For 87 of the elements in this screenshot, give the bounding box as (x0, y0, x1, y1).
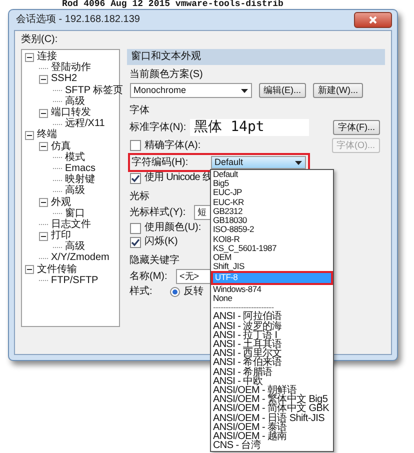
dropdown-option[interactable]: ANSI - 西里尔文 (211, 349, 333, 358)
tree-item[interactable]: Emacs (65, 162, 96, 175)
check-icon (130, 238, 140, 248)
dropdown-option[interactable]: Windows-874 (211, 284, 333, 294)
category-label: 类别(C): (21, 34, 59, 46)
dropdown-option[interactable]: ANSI/OEM - 泰语 (211, 422, 333, 432)
dropdown-option[interactable]: ANSI - 拉丁语 I (211, 330, 333, 340)
tree-item[interactable]: 远程/X11 (65, 118, 105, 130)
encoding-select[interactable]: Default (210, 156, 306, 169)
collapse-icon[interactable] (39, 198, 48, 208)
collapse-icon[interactable] (25, 265, 34, 274)
tree-item[interactable]: FTP/SFTP (51, 274, 98, 287)
close-icon (369, 16, 377, 24)
checkbox[interactable] (130, 236, 140, 248)
dropdown-option[interactable]: ANSI/OEM - 简体中文 GBK (211, 404, 333, 414)
tree-item[interactable]: 仿真 (51, 140, 71, 153)
scheme-button[interactable]: 编辑(E)... (258, 83, 306, 98)
tree-item[interactable]: 日志文件 (51, 218, 91, 231)
dropdown-option[interactable]: CNS - 台湾 (211, 441, 333, 451)
field-label: 样式: (130, 286, 154, 298)
checkbox-label: 使用颜色(U): (144, 222, 202, 234)
tree-item[interactable]: 终端 (37, 129, 57, 142)
tree-item[interactable]: 文件传输 (37, 264, 77, 276)
tree-item[interactable]: SFTP 标签页 (65, 84, 124, 97)
dropdown-option[interactable]: EUC-JP (211, 188, 333, 198)
dropdown-option[interactable]: ANSI/OEM - 繁体中文 Big5 (211, 395, 333, 404)
dropdown-option[interactable]: ISO-8859-2 (211, 225, 333, 235)
collapse-icon[interactable] (25, 130, 34, 140)
tree-item[interactable]: 模式 (65, 152, 85, 164)
dropdown-option[interactable]: ANSI - 希伯来语 (211, 358, 333, 368)
tree-item[interactable]: 窗口 (65, 208, 85, 220)
dropdown-option[interactable]: KS_C_5601-1987 (211, 244, 333, 253)
close-button[interactable] (354, 12, 392, 28)
checkbox-label: 闪烁(K) (144, 236, 178, 248)
caret-icon (294, 160, 302, 164)
checkbox-label: 精确字体(A): (144, 140, 201, 152)
tree-item[interactable]: 连接 (37, 51, 57, 64)
dropdown-option[interactable]: OEM (211, 252, 333, 262)
tree-item[interactable]: X/Y/Zmodem (51, 252, 110, 264)
section-heading: 隐藏关键字 (130, 255, 180, 267)
field-label: 光标样式(Y): (130, 206, 187, 218)
dropdown-option[interactable]: ANSI - 阿拉伯语 (211, 312, 333, 322)
tree-item[interactable]: 高级 (65, 185, 85, 198)
dropdown-option[interactable]: ANSI/OEM - 朝鲜语 (211, 386, 333, 396)
color-scheme-select[interactable]: Monochrome (130, 83, 252, 98)
field-label: 名称(M): (130, 270, 168, 282)
tree-item[interactable]: SSH2 (51, 73, 78, 86)
collapse-icon[interactable] (39, 142, 48, 152)
dropdown-option[interactable]: ANSI - 土耳其语 (211, 340, 333, 350)
checkbox[interactable] (130, 172, 140, 184)
dropdown-option[interactable]: ANSI/OEM - 日语 Shift-JIS (211, 414, 333, 423)
dropdown-option[interactable]: Default (211, 170, 333, 180)
dropdown-option[interactable]: ANSI - 希腊语 (211, 368, 333, 377)
checkbox[interactable] (130, 140, 140, 151)
tree-item[interactable]: 外观 (51, 196, 71, 209)
panel-header: 窗口和文本外观 (127, 48, 385, 64)
field-label: 字符编码(H): (132, 156, 188, 168)
tree-item[interactable]: 高级 (65, 96, 85, 108)
collapse-icon[interactable] (39, 108, 48, 118)
collapse-icon[interactable] (25, 52, 34, 62)
tree-item[interactable]: 端口转发 (51, 107, 91, 120)
font-display: 黑体 14pt (190, 119, 310, 136)
dropdown-option[interactable]: Big5 (211, 179, 333, 188)
dropdown-option[interactable]: ANSI - 波罗的海 (211, 322, 333, 331)
caret-icon (240, 88, 248, 92)
tree-item[interactable]: 映射键 (65, 174, 95, 186)
radio-label: 反转 (184, 286, 204, 298)
radio-button[interactable] (170, 287, 180, 297)
scheme-button[interactable]: 新建(W)... (313, 83, 363, 98)
window-title: 会话选项 - 192.168.182.139 (16, 14, 140, 26)
section-heading: 字体 (130, 105, 150, 117)
dropdown-option[interactable]: EUC-KR (211, 198, 333, 207)
tree-item[interactable]: 高级 (65, 241, 85, 254)
section-heading: 光标 (130, 191, 150, 203)
dropdown-option[interactable]: KOI8-R (211, 234, 333, 244)
tree-item[interactable]: 登陆动作 (51, 62, 91, 74)
collapse-icon[interactable] (39, 74, 48, 84)
checkbox[interactable] (130, 222, 140, 234)
dropdown-option[interactable]: None (211, 294, 333, 304)
separator-line: ------------------------ (212, 303, 274, 312)
field-label: 当前颜色方案(S) (130, 69, 203, 81)
font-button[interactable]: 字体(F)... (333, 120, 380, 135)
dropdown-option[interactable]: Shift_JIS (211, 262, 333, 272)
tree-item[interactable]: 打印 (51, 230, 71, 242)
field-label: 标准字体(N): (130, 122, 186, 134)
check-icon (130, 174, 140, 184)
collapse-icon[interactable] (39, 232, 48, 241)
